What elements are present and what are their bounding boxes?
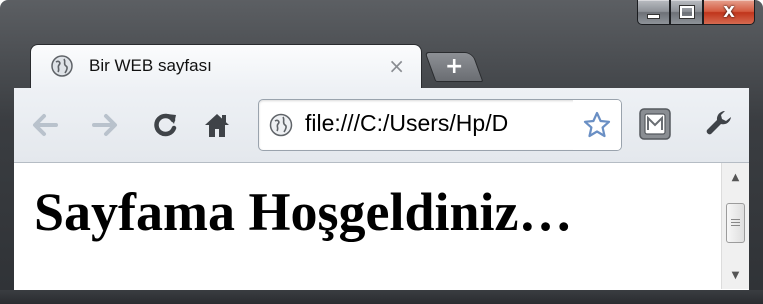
grip-icon	[731, 218, 740, 228]
star-icon	[583, 111, 611, 138]
back-button[interactable]	[28, 108, 62, 142]
forward-arrow-icon	[92, 114, 117, 136]
plus-icon: +	[444, 54, 464, 79]
maximize-button[interactable]	[670, 0, 703, 25]
new-tab-button[interactable]: +	[424, 52, 484, 82]
forward-button[interactable]	[88, 108, 122, 142]
scroll-thumb[interactable]	[726, 203, 745, 243]
settings-menu-button[interactable]	[702, 106, 738, 146]
page-content: Sayfama Hoşgeldiniz… ▲ ▼	[14, 162, 749, 291]
reload-icon	[154, 113, 177, 137]
toolbar: file:///C:/Users/Hp/D	[14, 88, 749, 162]
close-icon: X	[723, 2, 735, 21]
bookmark-star-button[interactable]	[573, 100, 621, 150]
home-icon	[205, 114, 229, 137]
browser-window: X Bir WEB sayfası × + file:///C:/Users/H…	[0, 0, 763, 304]
close-window-button[interactable]: X	[703, 0, 755, 25]
page-globe-icon	[269, 113, 293, 137]
minimize-icon	[647, 13, 660, 19]
reload-button[interactable]	[148, 108, 182, 142]
caption-buttons: X	[637, 0, 755, 26]
minimize-button[interactable]	[637, 0, 670, 25]
wrench-icon	[706, 110, 731, 135]
extension-button[interactable]	[638, 107, 672, 145]
url-text: file:///C:/Users/Hp/D	[305, 110, 509, 136]
window-bottom-frame	[0, 290, 763, 304]
scroll-up-arrow-icon[interactable]: ▲	[722, 167, 749, 187]
home-button[interactable]	[200, 108, 234, 142]
back-arrow-icon	[33, 114, 58, 136]
tab-close-button[interactable]: ×	[388, 54, 405, 78]
extension-m-icon	[639, 108, 671, 140]
page-heading: Sayfama Hoşgeldiniz…	[34, 182, 573, 242]
globe-icon	[51, 55, 73, 77]
address-bar[interactable]: file:///C:/Users/Hp/D	[258, 99, 622, 151]
tab-title: Bir WEB sayfası	[89, 56, 212, 75]
maximize-icon	[678, 5, 695, 19]
vertical-scrollbar[interactable]: ▲ ▼	[721, 163, 749, 289]
tab-active[interactable]: Bir WEB sayfası ×	[30, 44, 422, 89]
scroll-down-arrow-icon[interactable]: ▼	[722, 265, 749, 285]
